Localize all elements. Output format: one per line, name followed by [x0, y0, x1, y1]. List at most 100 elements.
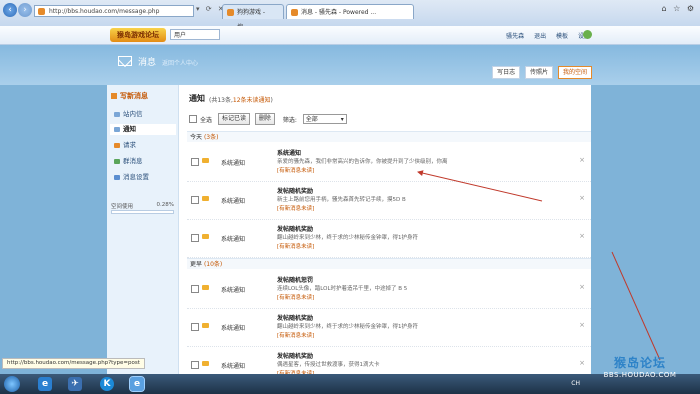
mark-read-button[interactable]: 标记已读	[217, 113, 250, 125]
filter-label: 筛选:	[282, 116, 297, 124]
envelope-icon	[202, 323, 209, 328]
list-item[interactable]: 系统通知 发帖随机奖励 新主上路前您用手柄，骚先森首先转记手续，摸5D B [有…	[187, 181, 591, 220]
message-title[interactable]: 发帖随机奖励	[277, 351, 313, 360]
notification-list: 通知 (共13条,12条未读通知) 全选 标记已读 删除 筛选: 全部 今天 (…	[187, 85, 591, 385]
delete-icon[interactable]: ×	[579, 321, 585, 329]
mail-icon	[118, 56, 132, 66]
group-header-today: 今天 (3条)	[187, 131, 591, 142]
request-icon	[114, 143, 120, 148]
group-count: (10条)	[203, 261, 223, 268]
envelope-icon	[202, 158, 209, 163]
sidebar-item-label: 消息设置	[123, 173, 149, 181]
tab-1[interactable]: 狗狗游戏 - 搜...	[222, 4, 284, 31]
window-controls[interactable]: ⌂ ☆ ⚙	[657, 4, 694, 13]
row-checkbox[interactable]	[191, 323, 199, 331]
message-body: 翻山越岭来到少林，终于求的少林秘传金钟罩，得1护身符	[277, 235, 419, 241]
message-body: 翻山越岭来到少林，终于求的少林秘传金钟罩，得1护身符	[277, 324, 419, 330]
row-checkbox[interactable]	[191, 285, 199, 293]
message-source: 系统通知	[221, 363, 246, 370]
unread-link[interactable]: [有新消息未读]	[277, 204, 314, 212]
sidebar-item-inbox[interactable]: 站内信	[110, 109, 176, 120]
back-button[interactable]: ‹	[3, 3, 17, 17]
tab-favicon-icon	[291, 9, 298, 16]
unread-link[interactable]: [有新消息未读]	[277, 331, 314, 339]
ie-active-icon[interactable]: e	[129, 376, 145, 392]
delete-icon[interactable]: ×	[579, 232, 585, 240]
unread-link[interactable]: [有新消息未读]	[277, 242, 314, 250]
globe-icon[interactable]	[583, 30, 592, 39]
message-title[interactable]: 发帖随机奖励	[277, 313, 313, 322]
browser-chrome: ‹ › http://bbs.houdao.com/message.php ▾ …	[0, 0, 700, 31]
list-toolbar: 全选 标记已读 删除 筛选: 全部	[189, 113, 347, 125]
address-bar[interactable]: http://bbs.houdao.com/message.php	[34, 5, 194, 17]
back-to-profile-link[interactable]: 返回个人中心	[162, 58, 198, 67]
start-button[interactable]	[4, 376, 20, 392]
notification-count: (共13条,12条未读通知)	[209, 95, 273, 104]
pencil-icon	[111, 93, 117, 99]
sidebar-item-label: 群消息	[123, 157, 143, 165]
delete-button[interactable]: 删除	[254, 113, 275, 125]
top-links: 骚先森 退出 模板 设置	[498, 31, 590, 40]
kugou-icon[interactable]: K	[100, 377, 114, 391]
list-item[interactable]: 系统通知 发帖随机奖励 翻山越岭来到少林，终于求的少林秘传金钟罩，得1护身符 […	[187, 219, 591, 258]
template-link[interactable]: 模板	[556, 33, 568, 40]
ie-icon[interactable]: e	[38, 377, 52, 391]
filter-select[interactable]: 全部	[302, 114, 347, 125]
sidebar-item-label: 站内信	[123, 110, 143, 118]
site-topbar: 猴岛游戏论坛 用户 骚先森 退出 模板 设置	[0, 26, 700, 45]
delete-icon[interactable]: ×	[579, 283, 585, 291]
sidebar-item-message-settings[interactable]: 消息设置	[110, 172, 176, 183]
envelope-icon	[202, 196, 209, 201]
message-source: 系统通知	[221, 198, 246, 205]
count-prefix: (共13条,	[209, 97, 233, 104]
sidebar-item-requests[interactable]: 请求	[110, 140, 176, 151]
content-title: 通知	[189, 94, 205, 103]
address-text: http://bbs.houdao.com/message.php	[49, 8, 160, 15]
star-icon[interactable]: ☆	[673, 4, 680, 13]
home-icon[interactable]: ⌂	[661, 4, 666, 13]
site-logo[interactable]: 猴岛游戏论坛	[110, 28, 166, 42]
row-checkbox[interactable]	[191, 158, 199, 166]
message-source: 系统通知	[221, 325, 246, 332]
favicon-icon	[38, 8, 45, 15]
select-all-checkbox[interactable]	[189, 115, 197, 123]
page-title: 消息	[138, 58, 157, 68]
message-title[interactable]: 发帖随机奖励	[277, 224, 313, 233]
space-usage: 空间使用 0.28%	[111, 202, 174, 210]
username-link[interactable]: 骚先森	[506, 33, 524, 40]
group-label: 今天	[190, 134, 203, 141]
envelope-icon	[202, 234, 209, 239]
row-checkbox[interactable]	[191, 196, 199, 204]
message-source: 系统通知	[221, 287, 246, 294]
row-checkbox[interactable]	[191, 234, 199, 242]
my-space-button[interactable]: 我的空间	[557, 66, 592, 79]
gear-icon[interactable]: ⚙	[687, 4, 694, 13]
status-bar: http://bbs.houdao.com/message.php?type=p…	[2, 358, 145, 369]
space-usage-bar	[111, 210, 174, 214]
sidebar-item-notifications[interactable]: 通知	[110, 124, 176, 135]
forward-button[interactable]: ›	[18, 3, 32, 17]
list-item[interactable]: 系统通知 发帖随机惩罚 连续LOL头像，踏LOL时护着造吊千里，中途掉了 B 5…	[187, 270, 591, 309]
list-item[interactable]: 系统通知 发帖随机奖励 翻山越岭来到少林，终于求的少林秘传金钟罩，得1护身符 […	[187, 308, 591, 347]
upload-photo-button[interactable]: 传照片	[525, 66, 554, 79]
message-title[interactable]: 发帖随机惩罚	[277, 275, 313, 284]
user-select[interactable]: 用户	[170, 29, 220, 40]
unread-link[interactable]: [有新消息未读]	[277, 166, 314, 174]
message-title[interactable]: 系统通知	[277, 148, 301, 157]
app-icon[interactable]: ✈	[68, 377, 82, 391]
list-item[interactable]: 系统通知 系统通知 亲爱的骚先森，我们非常高兴的告诉你，你被提升到了少侠级别，你…	[187, 143, 591, 182]
message-title[interactable]: 发帖随机奖励	[277, 186, 313, 195]
settings-icon	[114, 175, 120, 180]
system-tray[interactable]: CH	[571, 380, 580, 387]
logout-link[interactable]: 退出	[534, 33, 546, 40]
sidebar: 写新消息 站内信 通知 请求 群消息 消息设置 空间使用 0.28%	[107, 85, 179, 375]
row-checkbox[interactable]	[191, 361, 199, 369]
delete-icon[interactable]: ×	[579, 156, 585, 164]
tab-2[interactable]: 消息 - 骚先森 - Powered ...	[286, 4, 414, 19]
watermark-title: 猴岛论坛	[613, 356, 666, 370]
sidebar-item-group-messages[interactable]: 群消息	[110, 156, 176, 167]
unread-link[interactable]: [有新消息未读]	[277, 293, 314, 301]
compose-button[interactable]: 写新消息	[111, 91, 148, 101]
write-blog-button[interactable]: 写日志	[492, 66, 521, 79]
delete-icon[interactable]: ×	[579, 194, 585, 202]
